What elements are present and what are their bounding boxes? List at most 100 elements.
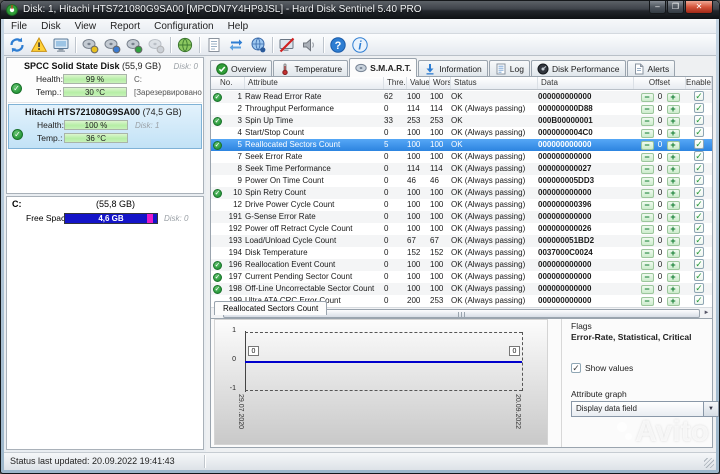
smart-table-row[interactable]: 192 Power off Retract Cycle Count 0 100 100 O… (211, 223, 712, 235)
enable-checkbox[interactable]: ✓ (694, 223, 704, 233)
menu-disk[interactable]: Disk (34, 19, 67, 33)
offset-increase-button[interactable]: + (666, 248, 680, 258)
graph-mode-dropdown[interactable]: Display data field ▼ (571, 401, 719, 417)
monitor-off-icon[interactable] (276, 35, 298, 55)
dropdown-arrow-icon[interactable]: ▼ (703, 402, 718, 416)
offset-increase-button[interactable]: + (666, 104, 680, 114)
offset-increase-button[interactable]: + (666, 164, 680, 174)
offset-increase-button[interactable]: + (666, 260, 680, 270)
minimize-button[interactable]: – (649, 1, 666, 14)
offset-decrease-button[interactable]: − (640, 176, 654, 186)
offset-decrease-button[interactable]: − (640, 296, 654, 306)
sync-icon[interactable] (225, 35, 247, 55)
column-header-no[interactable]: No. (211, 77, 245, 89)
enable-checkbox[interactable]: ✓ (694, 151, 704, 161)
enable-checkbox[interactable]: ✓ (694, 247, 704, 257)
monitor-report-icon[interactable] (50, 35, 72, 55)
disk-test-blue-icon[interactable] (101, 35, 123, 55)
globe-icon[interactable] (174, 35, 196, 55)
offset-increase-button[interactable]: + (666, 152, 680, 162)
smart-table-row[interactable]: 12 Drive Power Cycle Count 0 100 100 OK (Alwa… (211, 199, 712, 211)
enable-checkbox[interactable]: ✓ (694, 199, 704, 209)
offset-increase-button[interactable]: + (666, 200, 680, 210)
offset-decrease-button[interactable]: − (640, 188, 654, 198)
disk-test-green-icon[interactable] (123, 35, 145, 55)
offset-decrease-button[interactable]: − (640, 200, 654, 210)
enable-checkbox[interactable]: ✓ (694, 211, 704, 221)
disk-test-yellow-icon[interactable] (79, 35, 101, 55)
offset-decrease-button[interactable]: − (640, 116, 654, 126)
tab-temperature[interactable]: Temperature (273, 60, 349, 77)
offset-decrease-button[interactable]: − (640, 284, 654, 294)
enable-checkbox[interactable]: ✓ (694, 235, 704, 245)
enable-checkbox[interactable]: ✓ (694, 115, 704, 125)
smart-table-row[interactable]: 193 Load/Unload Cycle Count 0 67 67 OK (Alway… (211, 235, 712, 247)
enable-checkbox[interactable]: ✓ (694, 103, 704, 113)
close-button[interactable]: ✕ (685, 1, 713, 14)
tab-log[interactable]: Log (488, 60, 530, 77)
enable-checkbox[interactable]: ✓ (694, 139, 704, 149)
enable-checkbox[interactable]: ✓ (694, 163, 704, 173)
smart-table-row[interactable]: ✓ 5 Reallocated Sectors Count 5 100 100 OK 0000… (211, 139, 712, 151)
offset-decrease-button[interactable]: − (640, 128, 654, 138)
smart-table-row[interactable]: ✓ 10 Spin Retry Count 0 100 100 OK (Always pas… (211, 187, 712, 199)
tab-alerts[interactable]: Alerts (626, 60, 676, 77)
smart-table-row[interactable]: 2 Throughput Performance 0 114 114 OK (Always… (211, 103, 712, 115)
partition-panel-c[interactable]: C: (55,8 GB) Free Space 4,6 GB Disk: 0 (8, 198, 202, 230)
enable-checkbox[interactable]: ✓ (694, 91, 704, 101)
column-header-attribute[interactable]: Attribute (245, 77, 384, 89)
smart-table-row[interactable]: 194 Disk Temperature 0 152 152 OK (Always pas… (211, 247, 712, 259)
smart-table-row[interactable]: 8 Seek Time Performance 0 114 114 OK (Always … (211, 163, 712, 175)
offset-increase-button[interactable]: + (666, 212, 680, 222)
smart-table-row[interactable]: ✓ 1 Raw Read Error Rate 62 100 100 OK 000000000… (211, 91, 712, 103)
menu-configuration[interactable]: Configuration (147, 19, 220, 33)
network-globe-icon[interactable] (247, 35, 269, 55)
enable-checkbox[interactable]: ✓ (694, 175, 704, 185)
show-values-checkbox[interactable]: ✓ (571, 363, 581, 373)
offset-increase-button[interactable]: + (666, 140, 680, 150)
column-header-value[interactable]: Value (407, 77, 430, 89)
offset-increase-button[interactable]: + (666, 116, 680, 126)
smart-table-row[interactable]: 9 Power On Time Count 0 46 46 OK (Always pass… (211, 175, 712, 187)
disk-panel-spcc[interactable]: SPCC Solid State Disk (55,9 GB) Disk: 0 … (8, 59, 202, 103)
tab-overview[interactable]: Overview (210, 60, 273, 77)
offset-increase-button[interactable]: + (666, 176, 680, 186)
offset-decrease-button[interactable]: − (640, 92, 654, 102)
offset-decrease-button[interactable]: − (640, 224, 654, 234)
help-icon[interactable]: ? (327, 35, 349, 55)
offset-increase-button[interactable]: + (666, 224, 680, 234)
smart-table-row[interactable]: ✓ 196 Reallocation Event Count 0 100 100 OK (A… (211, 259, 712, 271)
offset-decrease-button[interactable]: − (640, 212, 654, 222)
offset-decrease-button[interactable]: − (640, 140, 654, 150)
menu-view[interactable]: View (68, 19, 104, 33)
disk-test-grey-icon[interactable] (145, 35, 167, 55)
maximize-button[interactable]: ❐ (667, 1, 684, 14)
column-header-status[interactable]: Status (451, 77, 538, 89)
offset-decrease-button[interactable]: − (640, 260, 654, 270)
enable-checkbox[interactable]: ✓ (694, 295, 704, 305)
smart-table-row[interactable]: ✓ 198 Off-Line Uncorrectable Sector Count 0… (211, 283, 712, 295)
menu-report[interactable]: Report (103, 19, 147, 33)
smart-table-row[interactable]: 191 G-Sense Error Rate 0 100 100 OK (Always p… (211, 211, 712, 223)
smart-table-row[interactable]: ✓ 197 Current Pending Sector Count 0 100 100 O… (211, 271, 712, 283)
tab-disk-performance[interactable]: Disk Performance (530, 60, 626, 77)
offset-decrease-button[interactable]: − (640, 152, 654, 162)
enable-checkbox[interactable]: ✓ (694, 283, 704, 293)
offset-decrease-button[interactable]: − (640, 248, 654, 258)
smart-table-row[interactable]: ✓ 3 Spin Up Time 33 253 253 OK 000B00000001 −0 + ✓ (211, 115, 712, 127)
offset-decrease-button[interactable]: − (640, 272, 654, 282)
speaker-icon[interactable] (298, 35, 320, 55)
offset-increase-button[interactable]: + (666, 92, 680, 102)
enable-checkbox[interactable]: ✓ (694, 259, 704, 269)
smart-table-row[interactable]: 4 Start/Stop Count 0 100 100 OK (Always passi… (211, 127, 712, 139)
disk-panel-hitachi[interactable]: Hitachi HTS721080G9SA00 (74,5 GB) ✓ Heal… (8, 104, 202, 149)
resize-grip[interactable] (704, 458, 714, 468)
menu-file[interactable]: File (4, 19, 34, 33)
scroll-right-arrow[interactable]: ► (701, 308, 712, 318)
offset-increase-button[interactable]: + (666, 272, 680, 282)
tab-information[interactable]: Information (418, 60, 488, 77)
smart-table-row[interactable]: 7 Seek Error Rate 0 100 100 OK (Always passin… (211, 151, 712, 163)
detail-tab[interactable]: Reallocated Sectors Count (214, 301, 328, 315)
refresh-icon[interactable] (6, 35, 28, 55)
info-icon[interactable]: i (349, 35, 371, 55)
